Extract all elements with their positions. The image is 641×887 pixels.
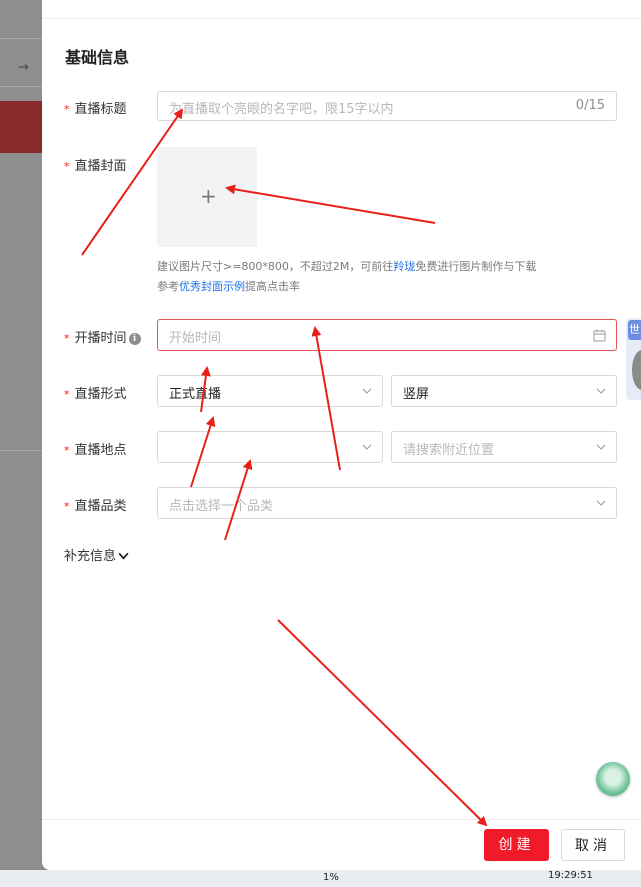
char-counter: 0/15 — [575, 98, 605, 113]
side-widget[interactable]: 世 — [626, 318, 641, 400]
start-time-placeholder: 开始时间 — [169, 331, 222, 346]
background-arrow-icon: → — [18, 60, 29, 75]
lingjia-link[interactable]: 羚珑 — [393, 260, 415, 273]
required-mark: * — [64, 388, 70, 401]
required-mark: * — [64, 500, 70, 513]
live-title-input[interactable]: 为直播取个亮眼的名字吧，限15字以内 0/15 — [157, 91, 617, 121]
taskbar: 1% 19:29:51 — [0, 870, 641, 887]
required-mark: * — [64, 332, 70, 345]
background-divider — [0, 38, 42, 39]
background-divider — [0, 450, 42, 451]
more-info-toggle[interactable]: 补充信息 — [64, 545, 129, 564]
live-type-value: 正式直播 — [169, 387, 222, 402]
side-widget-avatar — [632, 350, 641, 390]
cancel-button[interactable]: 取消 — [561, 829, 625, 861]
category-label: * 直播品类 — [64, 499, 127, 514]
cover-label: * 直播封面 — [64, 159, 127, 174]
footer-divider — [42, 819, 641, 820]
required-mark: * — [64, 444, 70, 457]
chevron-down-icon — [362, 444, 372, 450]
nearby-location-select[interactable]: 请搜索附近位置 — [391, 431, 617, 463]
calendar-icon — [593, 329, 606, 342]
battery-text: 1% — [323, 872, 339, 883]
create-button[interactable]: 创建 — [484, 829, 549, 861]
title-label: * 直播标题 — [64, 102, 127, 117]
required-mark: * — [64, 103, 70, 116]
chevron-down-icon — [118, 552, 129, 560]
background-red-block — [0, 101, 42, 153]
orientation-value: 竖屏 — [403, 387, 430, 402]
taskbar-clock: 19:29:51 — [548, 870, 593, 881]
city-select[interactable] — [157, 431, 383, 463]
chevron-down-icon — [596, 500, 606, 506]
chevron-down-icon — [362, 388, 372, 394]
live-type-select[interactable]: 正式直播 — [157, 375, 383, 407]
required-mark: * — [64, 160, 70, 173]
category-placeholder: 点击选择一个品类 — [169, 499, 274, 514]
section-title: 基础信息 — [65, 48, 130, 67]
live-title-placeholder: 为直播取个亮眼的名字吧，限15字以内 — [169, 102, 394, 117]
nearby-location-placeholder: 请搜索附近位置 — [403, 443, 495, 458]
start-time-picker[interactable]: 开始时间 — [157, 319, 617, 351]
assistant-avatar-button[interactable] — [596, 762, 630, 796]
location-label: * 直播地点 — [64, 443, 127, 458]
orientation-select[interactable]: 竖屏 — [391, 375, 617, 407]
chevron-down-icon — [596, 388, 606, 394]
cover-hint-line2: 参考优秀封面示例提高点击率 — [157, 280, 300, 293]
cover-examples-link[interactable]: 优秀封面示例 — [179, 280, 245, 293]
cover-upload-button[interactable]: + — [157, 147, 257, 247]
background-divider — [0, 86, 42, 87]
info-icon[interactable]: i — [128, 333, 141, 345]
plus-icon: + — [200, 184, 217, 208]
chevron-down-icon — [596, 444, 606, 450]
drawer-top-divider — [42, 18, 641, 19]
format-label: * 直播形式 — [64, 387, 127, 402]
category-select[interactable]: 点击选择一个品类 — [157, 487, 617, 519]
create-live-drawer: 基础信息 * 直播标题 为直播取个亮眼的名字吧，限15字以内 0/15 * 直播封面… — [42, 0, 641, 870]
cover-hint-line1: 建议图片尺寸>=800*800，不超过2M，可前往羚珑免费进行图片制作与下载 — [157, 260, 537, 273]
side-widget-badge: 世 — [628, 320, 641, 340]
start-time-label: * 开播时间 i — [64, 327, 141, 346]
